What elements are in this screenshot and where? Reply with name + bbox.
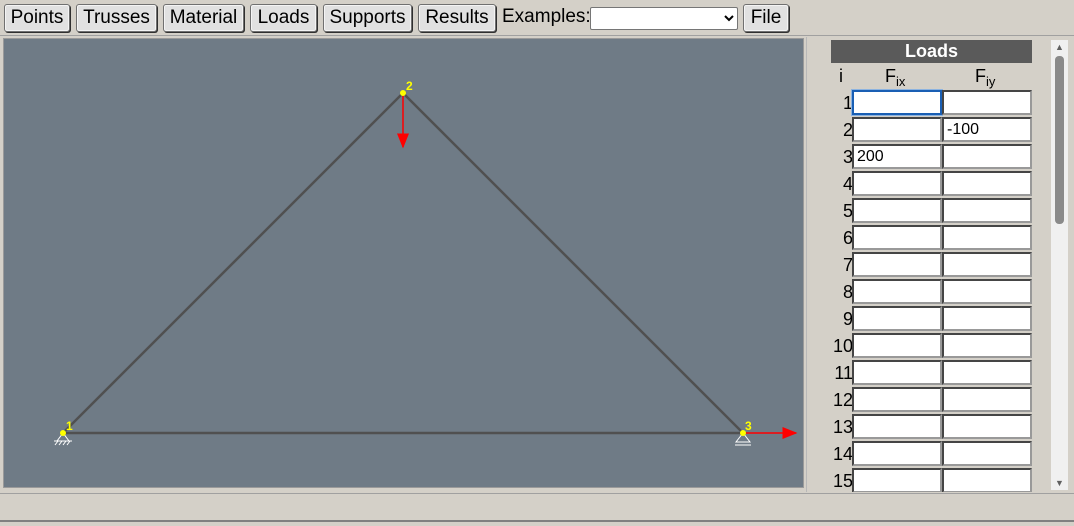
row-index: 15 bbox=[832, 471, 853, 491]
fiy-input[interactable] bbox=[942, 441, 1032, 466]
column-header-fiy: Fiy bbox=[975, 66, 995, 89]
fix-input[interactable] bbox=[852, 279, 942, 304]
fix-input[interactable] bbox=[852, 225, 942, 250]
scroll-up-arrow-icon[interactable]: ▲ bbox=[1051, 40, 1068, 54]
examples-select[interactable] bbox=[590, 7, 738, 30]
supports-button[interactable]: Supports bbox=[323, 4, 412, 32]
fiy-input[interactable] bbox=[942, 198, 1032, 223]
row-index: 5 bbox=[842, 201, 853, 221]
row-index: 6 bbox=[842, 228, 853, 248]
fix-input[interactable] bbox=[852, 198, 942, 223]
row-index: 12 bbox=[832, 390, 853, 410]
loads-panel-title: Loads bbox=[831, 40, 1032, 63]
row-index: 11 bbox=[834, 363, 853, 383]
truss-canvas[interactable]: 1 2 3 bbox=[3, 38, 804, 488]
row-index: 4 bbox=[842, 174, 853, 194]
fiy-input[interactable] bbox=[942, 279, 1032, 304]
member-2-3[interactable] bbox=[402, 92, 744, 434]
toolbar: Points Trusses Material Loads Supports R… bbox=[0, 0, 1074, 36]
fiy-letter: F bbox=[975, 66, 986, 86]
fix-input[interactable] bbox=[852, 117, 942, 142]
loads-panel: Loads i Fix Fiy 123456789101112131415 bbox=[806, 37, 1074, 492]
node-2-label: 2 bbox=[406, 79, 413, 93]
fiy-input[interactable] bbox=[942, 144, 1032, 169]
fix-input[interactable] bbox=[852, 90, 942, 115]
row-index: 3 bbox=[842, 147, 853, 167]
fix-input[interactable] bbox=[852, 144, 942, 169]
fiy-input[interactable] bbox=[942, 306, 1032, 331]
points-button[interactable]: Points bbox=[4, 4, 70, 32]
examples-label: Examples: bbox=[502, 6, 591, 27]
row-index: 1 bbox=[842, 93, 853, 113]
row-index: 2 bbox=[842, 120, 853, 140]
fiy-input[interactable] bbox=[942, 414, 1032, 439]
fix-input[interactable] bbox=[852, 414, 942, 439]
fiy-input[interactable] bbox=[942, 360, 1032, 385]
panel-scrollbar[interactable]: ▲ ▼ bbox=[1051, 40, 1068, 490]
file-button[interactable]: File bbox=[743, 4, 789, 32]
fix-input[interactable] bbox=[852, 468, 942, 492]
fix-input[interactable] bbox=[852, 171, 942, 196]
fix-input[interactable] bbox=[852, 441, 942, 466]
fiy-input[interactable] bbox=[942, 90, 1032, 115]
row-index: 9 bbox=[842, 309, 853, 329]
fiy-input[interactable] bbox=[942, 225, 1032, 250]
node-3-label: 3 bbox=[745, 419, 752, 433]
status-bar bbox=[0, 493, 1074, 522]
fix-letter: F bbox=[885, 66, 896, 86]
fix-subscript: ix bbox=[896, 74, 906, 89]
loads-button[interactable]: Loads bbox=[250, 4, 317, 32]
column-header-fix: Fix bbox=[885, 66, 905, 89]
row-index: 8 bbox=[842, 282, 853, 302]
fiy-input[interactable] bbox=[942, 468, 1032, 492]
fix-input[interactable] bbox=[852, 360, 942, 385]
column-header-i: i bbox=[839, 66, 843, 86]
row-index: 13 bbox=[832, 417, 853, 437]
scroll-down-arrow-icon[interactable]: ▼ bbox=[1051, 476, 1068, 490]
row-index: 10 bbox=[832, 336, 853, 356]
fiy-input[interactable] bbox=[942, 117, 1032, 142]
truss-drawing: 1 2 3 bbox=[54, 79, 798, 446]
node-1-label: 1 bbox=[66, 419, 73, 433]
member-1-2[interactable] bbox=[62, 92, 404, 434]
fiy-subscript: iy bbox=[986, 74, 996, 89]
fiy-input[interactable] bbox=[942, 252, 1032, 277]
fix-input[interactable] bbox=[852, 252, 942, 277]
row-index: 14 bbox=[832, 444, 853, 464]
fiy-input[interactable] bbox=[942, 171, 1032, 196]
results-button[interactable]: Results bbox=[418, 4, 496, 32]
trusses-button[interactable]: Trusses bbox=[76, 4, 157, 32]
fix-input[interactable] bbox=[852, 333, 942, 358]
row-index: 7 bbox=[842, 255, 853, 275]
fiy-input[interactable] bbox=[942, 333, 1032, 358]
fix-input[interactable] bbox=[852, 306, 942, 331]
scroll-thumb[interactable] bbox=[1055, 56, 1064, 224]
fiy-input[interactable] bbox=[942, 387, 1032, 412]
material-button[interactable]: Material bbox=[163, 4, 244, 32]
fix-input[interactable] bbox=[852, 387, 942, 412]
